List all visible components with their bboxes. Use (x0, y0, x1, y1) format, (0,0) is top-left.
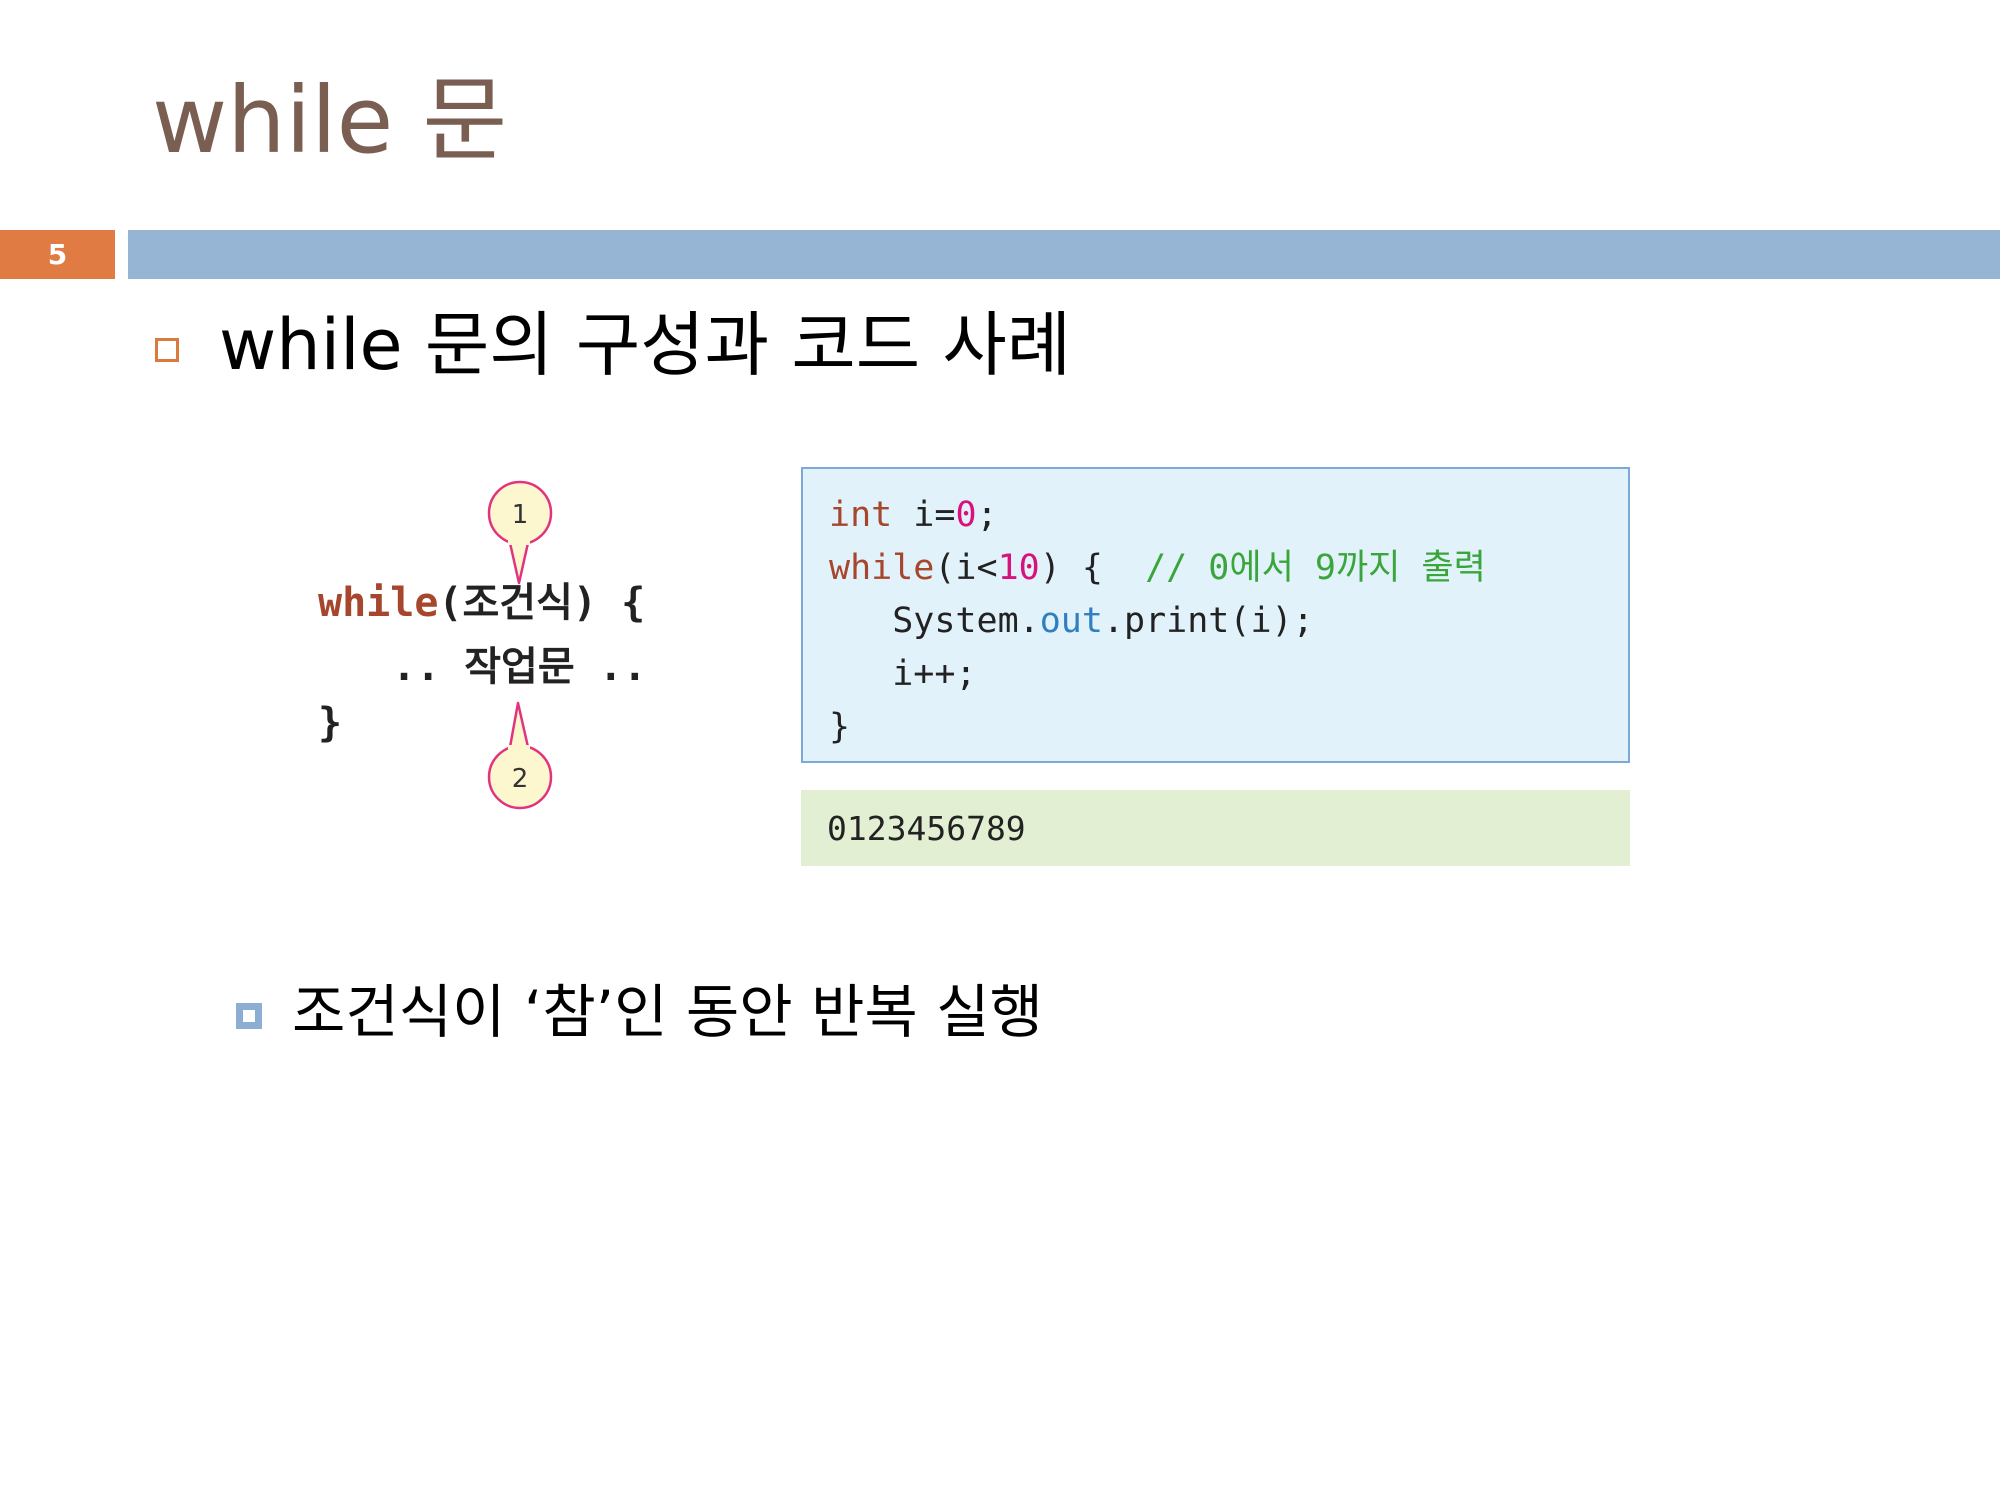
slide-title: while 문 (152, 67, 508, 174)
while-structure-diagram: 1 2 while(조건식) { .. 작업문 .. } (310, 465, 690, 825)
code-line-5: } (829, 707, 851, 747)
code-line-2: while(i<10) { // 0에서 9까지 출력 (829, 542, 1628, 595)
output-box: 0123456789 (801, 790, 1630, 866)
code-number: 10 (997, 548, 1040, 588)
output-text: 0123456789 (827, 808, 1026, 848)
code-field: out (1039, 601, 1103, 641)
bullet-text-2: 조건식이 ‘참’인 동안 반복 실행 (292, 978, 1043, 1046)
filled-square-bullet-icon (236, 1002, 262, 1029)
code-example-box: int i=0; while(i<10) { // 0에서 9까지 출력 Sys… (801, 467, 1630, 763)
marker-1-callout: 1 (487, 480, 553, 585)
diagram-condition: (조건식) { (438, 580, 646, 626)
code-text: ) { (1039, 548, 1146, 588)
bullet-text-1: while 문의 구성과 코드 사례 (219, 304, 1072, 386)
header-bar (128, 230, 2000, 279)
diagram-while-keyword: while (318, 580, 439, 626)
page-number: 5 (0, 230, 115, 279)
diagram-line-1: while(조건식) { (318, 583, 645, 623)
code-number: 0 (955, 495, 977, 535)
hollow-square-bullet-icon (155, 337, 179, 362)
marker-2-label: 2 (512, 764, 529, 794)
code-comment: // 0에서 9까지 출력 (1145, 548, 1486, 588)
code-line-1: int i=0; (829, 489, 1628, 542)
diagram-line-2: .. 작업문 .. (392, 644, 647, 690)
code-text: System. (829, 601, 1040, 641)
code-keyword-while: while (829, 548, 935, 588)
code-text: (i< (934, 548, 998, 588)
diagram-line-3: } (318, 700, 343, 746)
code-line-4: i++; (829, 654, 977, 694)
marker-1-label: 1 (512, 500, 529, 530)
code-line-3: System.out.print(i); (829, 595, 1628, 648)
code-text: ; (976, 495, 998, 535)
code-keyword-int: int (829, 495, 893, 535)
marker-2-callout: 2 (487, 701, 553, 810)
bullet-item-2: 조건식이 ‘참’인 동안 반복 실행 (236, 975, 1043, 1050)
bullet-item-1: while 문의 구성과 코드 사례 (155, 300, 1071, 391)
code-text: i= (892, 495, 956, 535)
code-text: .print(i); (1102, 601, 1314, 641)
